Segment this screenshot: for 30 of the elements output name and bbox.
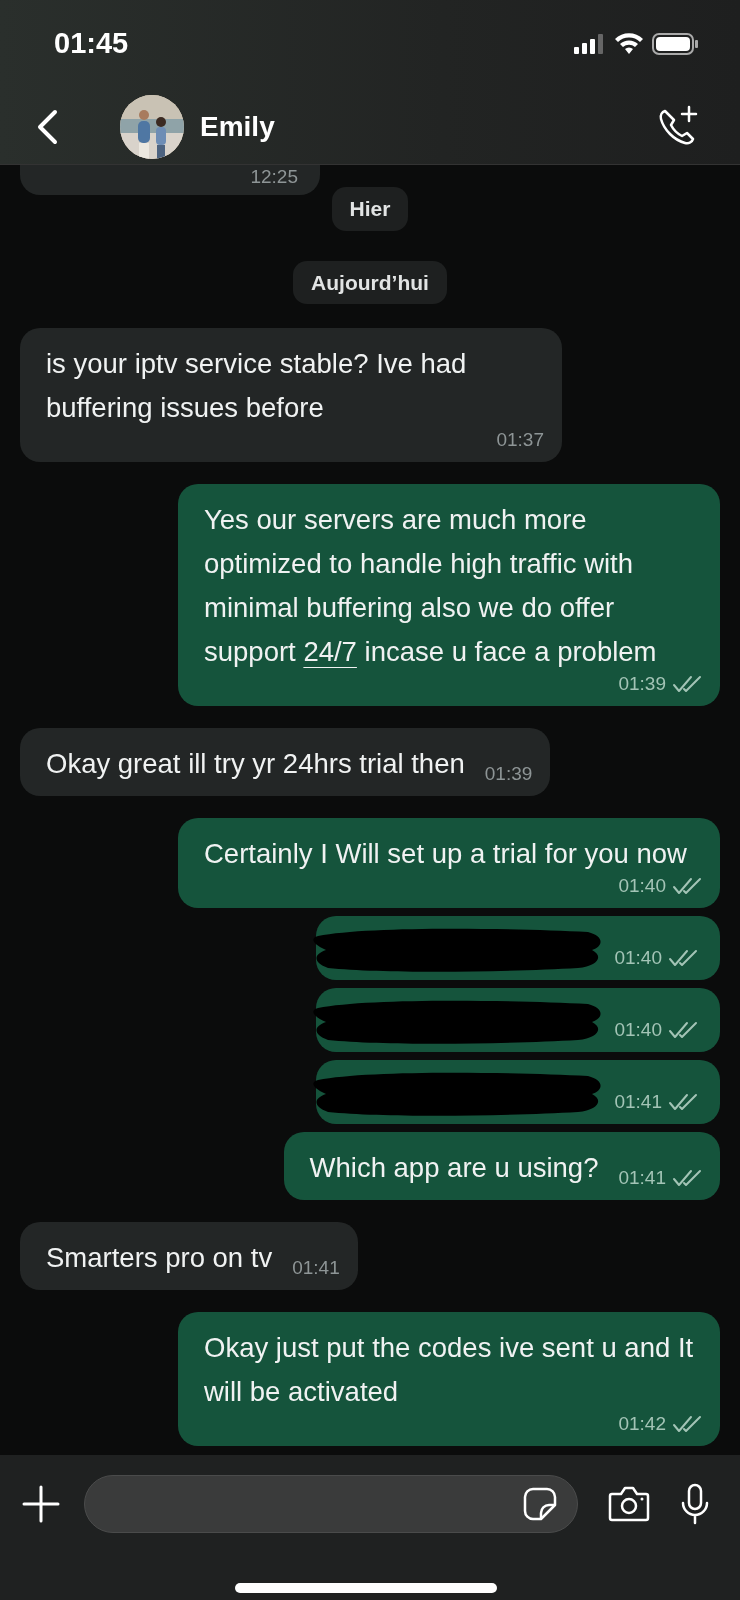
message-time: 01:39 [484, 764, 533, 784]
message-time: 01:40 [614, 1020, 662, 1040]
message-time: 01:42 [618, 1414, 666, 1434]
message-text: Which app are u using? [309, 1151, 599, 1185]
plus-icon[interactable] [22, 1485, 60, 1523]
message-text: Okay great ill try yr 24hrs trial then [46, 747, 465, 781]
sticker-icon[interactable] [523, 1487, 557, 1521]
camera-icon[interactable] [608, 1486, 650, 1522]
message-time: 01:37 [496, 430, 544, 450]
message-time: 01:41 [292, 1258, 340, 1278]
message-time: 01:39 [618, 674, 666, 694]
message-text: is your iptv service stable? Ive had buffering issues before [46, 347, 468, 425]
contact-name[interactable]: Emily [200, 105, 275, 148]
message-text: Yes our servers are much more optimized to handle high traffic with minimal buffering also we do offer support 24/7 incase u face a problem [204, 503, 658, 669]
message-time: 01:41 [614, 1092, 662, 1112]
wifi-icon [614, 33, 644, 55]
battery-icon [652, 33, 698, 55]
message-text: Certainly I Will set up a trial for you now [204, 837, 687, 871]
message-time: 12:25 [250, 167, 298, 187]
link[interactable]: 24/7 [303, 636, 357, 667]
microphone-icon[interactable] [680, 1483, 710, 1525]
message-time: 01:40 [614, 948, 662, 968]
message-time: 01:41 [618, 1168, 666, 1188]
signal-icon [574, 34, 606, 54]
date-label: Hier [331, 187, 409, 231]
date-label: Aujourd’hui [293, 260, 447, 304]
status-time: 01:45 [54, 26, 129, 62]
message-text: Okay just put the codes ive sent u and It will be activated [204, 1331, 695, 1409]
message-time: 01:40 [618, 876, 666, 896]
message-text: Smarters pro on tv [46, 1241, 273, 1275]
